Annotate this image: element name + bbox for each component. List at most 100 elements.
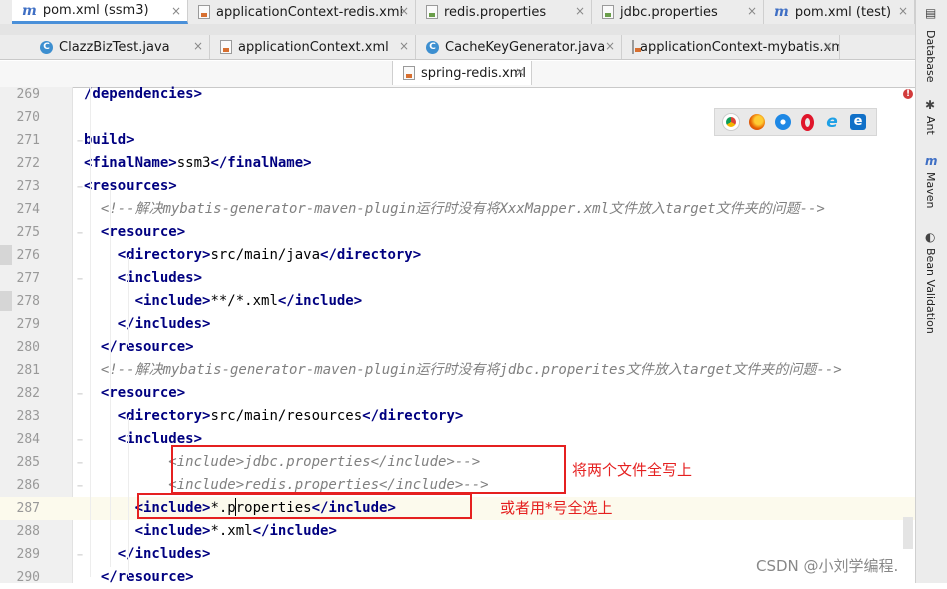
text-caret (235, 498, 236, 516)
editor-scrollbar-thumb[interactable] (903, 517, 913, 549)
code-token: <resource> (100, 385, 186, 401)
sidebar-bean-validation[interactable]: Bean Validation (924, 248, 937, 334)
code-token: </includes> (117, 316, 211, 332)
fold-toggle-icon[interactable]: − (77, 136, 83, 147)
annotation-note-2: 或者用*号全选上 (500, 499, 613, 517)
bean-validation-icon: ◐ (925, 230, 936, 244)
close-tab-icon[interactable]: × (193, 39, 203, 53)
opera-icon[interactable] (801, 113, 814, 131)
code-text: </includes> (84, 313, 211, 336)
annotation-box-commented-includes (171, 445, 566, 494)
close-tab-icon[interactable]: × (399, 39, 409, 53)
line-number: 269 (16, 87, 40, 102)
fold-toggle-icon[interactable]: − (77, 435, 83, 446)
close-tab-icon[interactable]: × (575, 4, 585, 18)
line-number: 276 (16, 248, 40, 263)
tab-label: ClazzBizTest.java (59, 39, 170, 55)
editor-tab[interactable]: applicationContext-redis.xml × (188, 0, 416, 24)
indent-guide (110, 187, 111, 567)
properties-file-icon (602, 5, 614, 19)
editor-tab[interactable]: applicationContext.xml × (210, 35, 416, 59)
fold-toggle-icon[interactable]: − (77, 481, 83, 492)
line-number: 281 (16, 363, 40, 378)
code-line: 269/dependencies> (0, 83, 915, 106)
close-tab-icon[interactable]: × (747, 4, 757, 18)
fold-toggle-icon[interactable]: − (77, 458, 83, 469)
line-number: 288 (16, 524, 40, 539)
code-line: 282 <resource> (0, 382, 915, 405)
code-token: build> (84, 132, 135, 148)
code-token: <include> (134, 523, 211, 539)
code-text: build> (84, 129, 135, 152)
code-text: <directory>src/main/java</directory> (84, 244, 421, 267)
code-text: <resources> (84, 175, 177, 198)
editor-tab[interactable]: C ClazzBizTest.java × (30, 35, 210, 59)
fold-toggle-icon[interactable]: − (77, 550, 83, 561)
close-tab-icon[interactable]: × (898, 4, 908, 18)
code-token: src/main/resources (210, 408, 363, 424)
error-indicator-icon[interactable]: ! (903, 89, 913, 99)
fold-toggle-icon[interactable]: − (77, 389, 83, 400)
fold-toggle-icon[interactable]: − (77, 228, 83, 239)
fold-toggle-icon[interactable]: − (77, 182, 83, 193)
sidebar-database[interactable]: Database (924, 30, 937, 83)
tab-label: redis.properties (444, 4, 547, 20)
editor-tab[interactable]: spring-redis.xml × (392, 61, 532, 85)
code-text: <!--解决mybatis-generator-maven-plugin运行时没… (84, 198, 825, 221)
chrome-icon[interactable] (723, 114, 739, 130)
database-icon: ▤ (925, 6, 937, 20)
xml-file-icon (632, 40, 641, 54)
code-text: <resource> (84, 221, 185, 244)
internet-explorer-icon[interactable]: e (824, 114, 840, 131)
maven-m-icon: m (22, 2, 37, 19)
java-class-icon: C (426, 40, 439, 54)
editor-tab[interactable]: m pom.xml (test) × (764, 0, 915, 24)
line-number: 272 (16, 156, 40, 171)
code-token: </directory> (320, 247, 422, 263)
code-text: <include>*.xml</include> (84, 520, 337, 543)
code-text: <!--解决mybatis-generator-maven-plugin运行时没… (84, 359, 842, 382)
safari-icon[interactable] (775, 114, 791, 130)
close-tab-icon[interactable]: × (515, 65, 525, 79)
xml-file-icon (403, 66, 415, 80)
sidebar-maven[interactable]: Maven (924, 172, 937, 208)
line-number: 286 (16, 478, 40, 493)
code-token: </finalName> (210, 155, 312, 171)
editor-tab[interactable]: applicationContext-mybatis.xml × (622, 35, 840, 59)
code-token: <resources> (84, 178, 177, 194)
editor-tab[interactable]: redis.properties × (416, 0, 592, 24)
editor-tab[interactable]: m pom.xml (ssm3) × (12, 0, 188, 24)
code-text: </includes> (84, 543, 211, 566)
firefox-icon[interactable] (749, 114, 765, 130)
code-token: <include> (134, 293, 211, 309)
edge-icon[interactable]: e (850, 114, 866, 130)
code-token: src/main/java (210, 247, 321, 263)
code-token: </resource> (100, 339, 194, 355)
code-token: ssm3 (176, 155, 211, 171)
indent-guide (128, 257, 129, 347)
code-token: **/*.xml (210, 293, 278, 309)
close-tab-icon[interactable]: × (823, 39, 833, 53)
line-number: 279 (16, 317, 40, 332)
code-token: </include> (252, 523, 337, 539)
code-token: </include> (277, 293, 363, 309)
line-number: 289 (16, 547, 40, 562)
code-text: /dependencies> (84, 83, 202, 106)
sidebar-ant[interactable]: Ant (924, 116, 937, 135)
code-text: <directory>src/main/resources</directory… (84, 405, 464, 428)
fold-toggle-icon[interactable]: − (77, 274, 83, 285)
close-tab-icon[interactable]: × (399, 4, 409, 18)
tab-row-separator (0, 24, 915, 35)
editor-tab[interactable]: jdbc.properties × (592, 0, 764, 24)
line-number: 280 (16, 340, 40, 355)
code-text: <finalName>ssm3</finalName> (84, 152, 312, 175)
close-tab-icon[interactable]: × (171, 4, 181, 18)
code-line: 276 <directory>src/main/java</directory> (0, 244, 915, 267)
close-tab-icon[interactable]: × (605, 39, 615, 53)
line-number: 283 (16, 409, 40, 424)
tab-label: applicationContext-redis.xml (216, 4, 404, 20)
line-number: 282 (16, 386, 40, 401)
editor-tab[interactable]: C CacheKeyGenerator.java × (416, 35, 622, 59)
